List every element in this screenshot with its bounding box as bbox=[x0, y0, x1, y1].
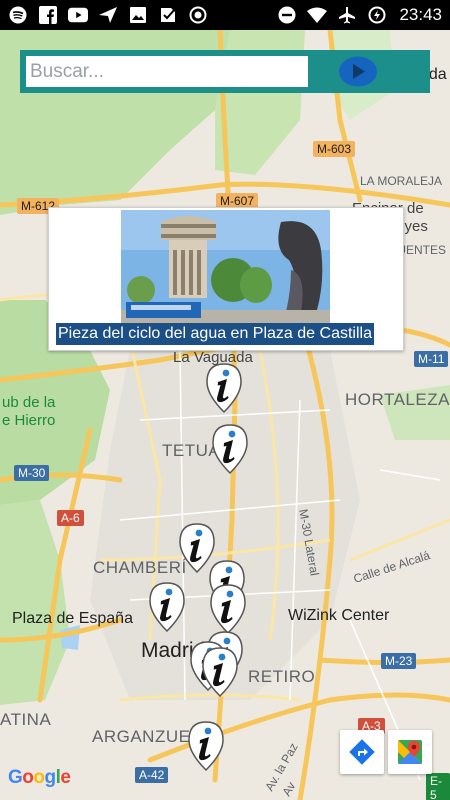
google-logo: Google bbox=[8, 767, 71, 788]
road-shield: A-42 bbox=[135, 767, 169, 783]
google-maps-icon bbox=[398, 740, 422, 764]
map-label: Plaza de España bbox=[12, 610, 133, 627]
map-label: RETIRO bbox=[248, 667, 316, 686]
road-shield: E-5 bbox=[426, 773, 450, 800]
record-icon bbox=[188, 5, 208, 25]
info-marker-icon[interactable] bbox=[210, 423, 250, 475]
info-popup[interactable]: Pieza del ciclo del agua en Plaza de Cas… bbox=[48, 207, 404, 351]
facebook-icon bbox=[38, 5, 58, 25]
search-bar bbox=[20, 50, 430, 93]
youtube-icon bbox=[68, 5, 88, 25]
info-marker-icon[interactable] bbox=[208, 583, 248, 635]
road-shield: M-23 bbox=[381, 653, 417, 669]
map-label: CHAMBERÍ bbox=[93, 558, 187, 577]
map-label: HORTALEZA bbox=[345, 390, 450, 409]
airplane-icon bbox=[337, 5, 357, 25]
status-bar: 23:43 bbox=[0, 0, 450, 30]
data-saver-icon bbox=[367, 5, 387, 25]
clock: 23:43 bbox=[399, 5, 442, 24]
info-marker-icon[interactable] bbox=[204, 362, 244, 414]
road-shield: M-11 bbox=[414, 351, 449, 367]
road-shield: A-6 bbox=[57, 510, 84, 526]
system-icons: 23:43 bbox=[277, 5, 442, 25]
notification-icons bbox=[8, 5, 208, 25]
check-icon bbox=[158, 5, 178, 25]
map-label: ATINA bbox=[0, 710, 52, 729]
send-icon bbox=[98, 5, 118, 25]
info-marker-icon[interactable] bbox=[200, 646, 240, 698]
map-label: LA MORALEJA bbox=[360, 174, 443, 188]
road-shield: M-603 bbox=[313, 141, 356, 157]
play-icon bbox=[339, 56, 377, 87]
info-marker-icon[interactable] bbox=[147, 581, 187, 633]
directions-icon bbox=[349, 739, 375, 765]
photo-icon bbox=[128, 5, 148, 25]
map-label: e Hierro bbox=[2, 412, 56, 429]
road-shield: M-30 bbox=[14, 465, 50, 481]
wifi-icon bbox=[307, 5, 328, 25]
open-google-maps-button[interactable] bbox=[388, 730, 432, 774]
search-go-button[interactable] bbox=[336, 55, 380, 88]
map-label: WiZink Center bbox=[288, 607, 390, 624]
map-label: ARGANZUE bbox=[92, 727, 191, 746]
popup-caption: Pieza del ciclo del agua en Plaza de Cas… bbox=[56, 323, 374, 345]
water-tower-photo bbox=[121, 210, 330, 325]
search-input[interactable] bbox=[26, 56, 308, 87]
dnd-icon bbox=[277, 5, 297, 25]
info-marker-icon[interactable] bbox=[186, 720, 226, 772]
map-label: ub de la bbox=[2, 394, 56, 411]
spotify-icon bbox=[8, 5, 28, 25]
map-view[interactable]: LA MORALEJA Encinar de los Reyes FUENTES… bbox=[0, 30, 450, 800]
directions-button[interactable] bbox=[340, 730, 384, 774]
